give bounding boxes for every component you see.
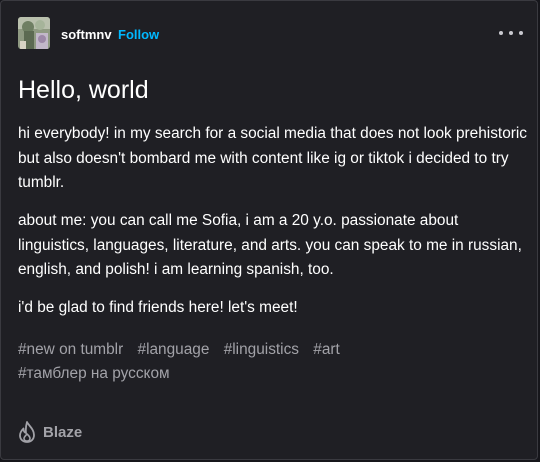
tag-link[interactable]: #linguistics [224, 338, 299, 362]
post-card: softmnv Follow Hello, world hi everybody… [0, 0, 538, 460]
more-horizontal-icon [509, 31, 513, 35]
post-paragraph: about me: you can call me Sofia, i am a … [18, 212, 522, 279]
post-paragraph: i'd be glad to find friends here! let's … [18, 299, 298, 316]
tag-link[interactable]: #тамблер на русском [18, 362, 170, 386]
follow-button[interactable]: Follow [118, 27, 159, 42]
tag-link[interactable]: #new on tumblr [18, 338, 123, 362]
author-name[interactable]: softmnv [61, 27, 112, 42]
avatar-image [18, 17, 50, 49]
flame-icon [19, 421, 35, 443]
post-paragraph: hi everybody! in my search for a social … [18, 125, 527, 192]
more-horizontal-icon [499, 31, 503, 35]
tag-link[interactable]: #language [138, 338, 210, 362]
avatar[interactable] [18, 17, 50, 49]
blaze-label: Blaze [43, 423, 83, 441]
tag-link[interactable]: #art [313, 338, 340, 362]
tag-list: #new on tumblr #language #linguistics #a… [18, 338, 523, 386]
post-title: Hello, world [18, 76, 149, 104]
more-options-button[interactable] [499, 25, 523, 41]
blaze-button[interactable]: Blaze [18, 421, 82, 443]
more-horizontal-icon [519, 31, 523, 35]
